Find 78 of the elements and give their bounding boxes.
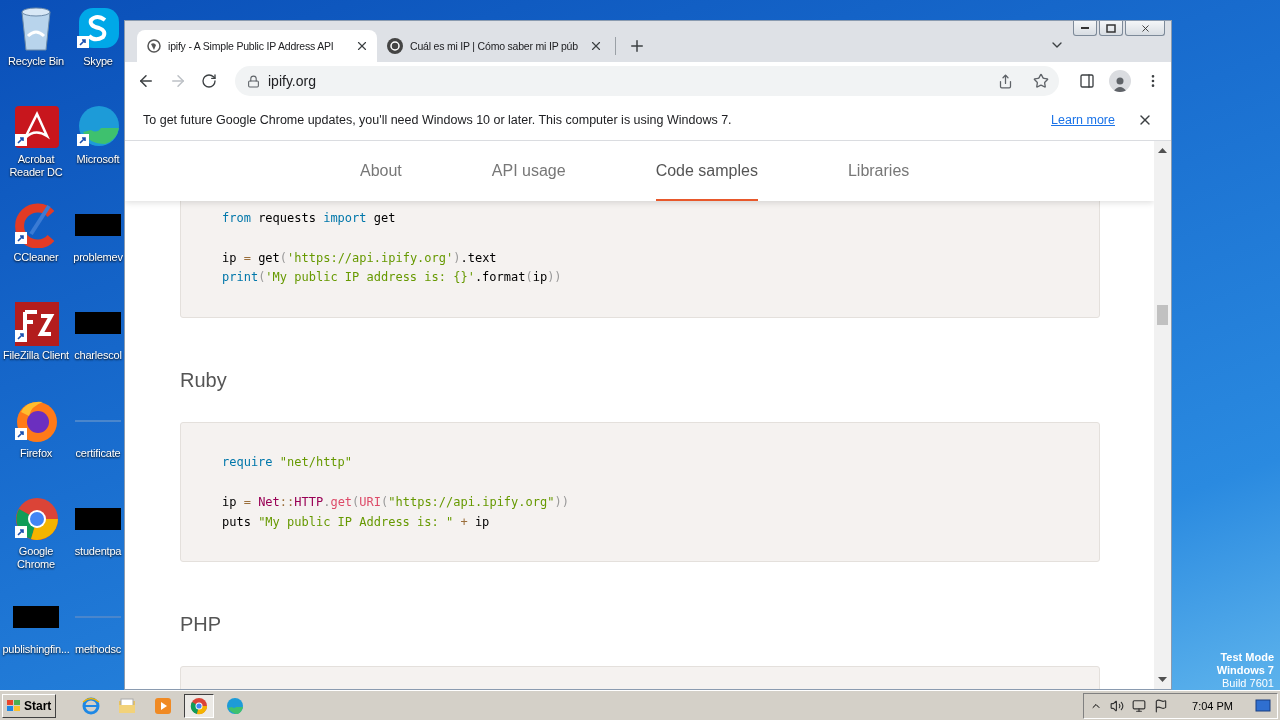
new-tab-button[interactable] [628, 37, 646, 55]
redacted-block-icon [75, 214, 121, 236]
close-icon [1139, 22, 1151, 34]
minimize-icon [1081, 27, 1089, 29]
code-line: ip = Net::HTTP.get(URI("https://api.ipify.org")) [222, 493, 570, 511]
folder-icon [118, 696, 137, 715]
tab-title: ipify - A Simple Public IP Address API [168, 40, 335, 52]
test-mode-notice: Test Mode [1220, 651, 1274, 664]
nav-link[interactable]: API usage [491, 141, 566, 201]
desktop-icon-label[interactable]: publishingfin... [1, 643, 71, 656]
profile-avatar[interactable] [1109, 70, 1131, 92]
restore-button[interactable] [1099, 21, 1123, 36]
code-line: ip = get('https://api.ipify.org').text [222, 249, 498, 267]
browser-tab[interactable]: ipify - A Simple Public IP Address API [137, 30, 377, 62]
acrobat-icon [13, 104, 59, 150]
lock-icon [247, 74, 260, 88]
test-mode-notice: Build 7601 [1222, 677, 1274, 690]
code-line: puts "My public IP Address is: " + ip [222, 513, 491, 531]
taskbar-app-button[interactable] [184, 693, 215, 718]
desktop-icon-label[interactable]: charlescol [74, 349, 122, 362]
ie-icon [82, 696, 101, 715]
globe-icon [147, 39, 161, 53]
network-icon[interactable] [1132, 698, 1147, 713]
desktop-icon-label[interactable]: Skype [83, 55, 113, 68]
close-window-button[interactable] [1125, 21, 1165, 36]
desktop-icon-label[interactable]: Acrobat Reader DC [1, 153, 71, 179]
address-bar[interactable]: ipify.org [235, 66, 1059, 96]
scrollbar[interactable] [1154, 141, 1171, 689]
side-panel-button[interactable] [1079, 73, 1095, 89]
desktop-icon-label[interactable]: CCleaner [1, 251, 71, 264]
infobar-message: To get future Google Chrome updates, you'll need Windows 10 or later. This computer is using Windows 7. [143, 113, 733, 127]
desktop-icon-label[interactable]: problemev [73, 251, 123, 264]
back-button[interactable] [137, 72, 155, 90]
speaker-icon[interactable] [1110, 698, 1125, 713]
close-tab-button[interactable] [589, 39, 603, 53]
scrollbar-thumb[interactable] [1157, 305, 1168, 325]
section-heading: Ruby [180, 368, 228, 394]
url-text: ipify.org [268, 73, 317, 89]
ring-icon [387, 38, 403, 54]
code-line: from requests import get [222, 210, 397, 227]
test-mode-notice: Windows 7 [1216, 664, 1274, 677]
filezilla-icon [13, 300, 59, 346]
minimize-button[interactable] [1073, 21, 1097, 36]
windows-logo-icon [7, 699, 21, 712]
share-button[interactable] [998, 73, 1013, 89]
chrome-icon [190, 696, 209, 715]
show-desktop-icon[interactable] [1255, 698, 1271, 713]
redacted-block-icon [75, 508, 121, 530]
media-player-icon [154, 696, 173, 715]
desktop-icon-label[interactable]: Google Chrome [1, 545, 71, 571]
learn-more-link[interactable]: Learn more [1051, 113, 1115, 127]
desktop-icon-label[interactable]: Firefox [1, 447, 71, 460]
maximize-icon [1106, 23, 1116, 33]
desktop-icon-label[interactable]: FileZilla Client [1, 349, 71, 362]
desktop-icon-label[interactable]: Recycle Bin [1, 55, 71, 68]
nav-link[interactable]: Libraries [847, 141, 910, 201]
edge-icon [226, 696, 245, 715]
close-tab-button[interactable] [355, 39, 369, 53]
clock[interactable]: 7:04 PM [1192, 699, 1233, 712]
desktop-icon-label[interactable]: Microsoft [76, 153, 120, 166]
nav-link[interactable]: About [360, 141, 402, 201]
desktop-icon-label[interactable]: studentpa [74, 545, 122, 558]
code-line: print('My public IP address is: {}'.format(ip)) [222, 269, 563, 287]
start-button[interactable]: Start [2, 693, 57, 718]
scroll-up-icon[interactable] [1158, 147, 1167, 153]
redacted-block-icon [75, 312, 121, 334]
browser-tab[interactable]: Cuál es mi IP | Cómo saber mi IP púb [377, 30, 611, 62]
flag-icon[interactable] [1154, 698, 1169, 713]
chrome-icon [13, 496, 59, 542]
tab-title: Cuál es mi IP | Cómo saber mi IP púb [410, 40, 579, 52]
code-line: require "net/http" [222, 454, 354, 472]
scroll-down-icon[interactable] [1158, 677, 1167, 683]
section-heading: PHP [180, 612, 223, 638]
redacted-block-icon [13, 606, 59, 628]
bookmark-star-button[interactable] [1033, 73, 1049, 89]
desktop-icon-label[interactable]: methodsc [74, 643, 122, 656]
desktop-icon-label[interactable]: certificate [75, 447, 121, 460]
reload-button[interactable] [201, 73, 217, 89]
